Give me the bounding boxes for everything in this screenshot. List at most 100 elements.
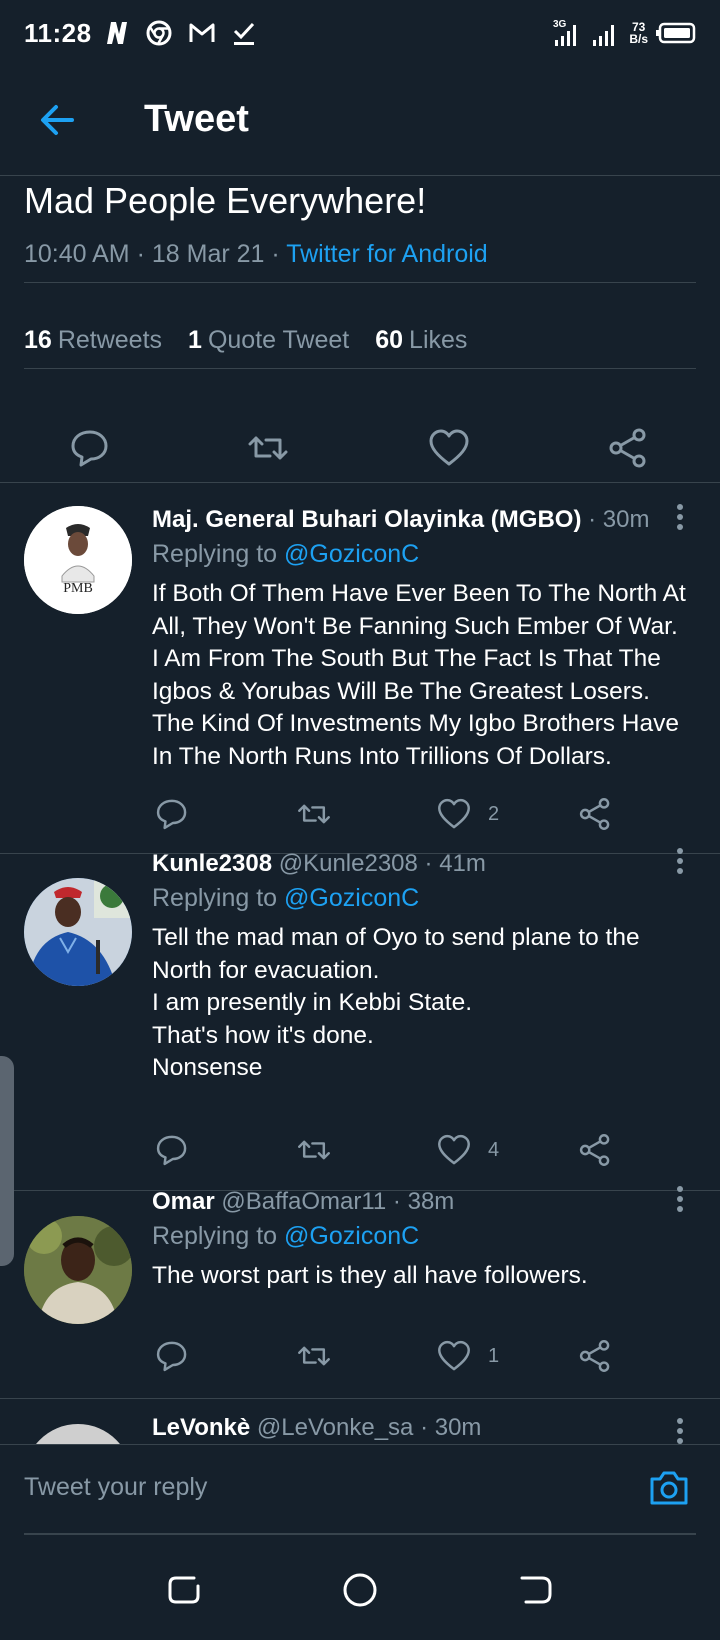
network-speed: 73 B/s bbox=[629, 21, 648, 45]
tweet-text: Mad People Everywhere! bbox=[24, 180, 427, 221]
retweet-icon[interactable] bbox=[296, 1132, 332, 1168]
likes-stat[interactable]: 60 Likes bbox=[375, 326, 467, 355]
user-handle[interactable]: @Kunle2308 bbox=[279, 850, 418, 877]
avatar-image bbox=[24, 878, 132, 986]
share-icon[interactable] bbox=[606, 426, 650, 470]
reply-actions: 2 bbox=[0, 796, 720, 836]
reply-time: 38m bbox=[407, 1188, 455, 1215]
likes-count: 60 bbox=[375, 326, 404, 354]
likes-label: Likes bbox=[409, 326, 468, 354]
avatar[interactable] bbox=[24, 1216, 132, 1324]
reply-actions: 1 bbox=[0, 1338, 720, 1378]
quote-tweets-count: 1 bbox=[188, 326, 202, 354]
like-count: 1 bbox=[488, 1345, 500, 1367]
recent-apps-icon[interactable] bbox=[164, 1570, 204, 1610]
avatar[interactable] bbox=[24, 1424, 132, 1444]
reply-header: Omar @BaffaOmar11 · 38m bbox=[152, 1188, 454, 1216]
meta-separator: · bbox=[581, 506, 603, 533]
reply-header: Kunle2308 @Kunle2308 · 41m bbox=[152, 850, 486, 878]
reply-divider bbox=[0, 1398, 720, 1399]
user-handle[interactable]: @LeVonke_sa bbox=[257, 1418, 413, 1441]
reply-time: 30m bbox=[434, 1418, 482, 1441]
section-divider bbox=[0, 482, 720, 483]
page-title: Tweet bbox=[144, 98, 249, 140]
back-icon[interactable] bbox=[516, 1570, 556, 1610]
reply-icon[interactable] bbox=[68, 426, 112, 470]
display-name[interactable]: Maj. General Buhari Olayinka (MGBO) bbox=[152, 506, 581, 533]
status-bar: 11:28 3G 73 B/s bbox=[0, 0, 720, 66]
reply-header: LeVonkè @LeVonke_sa · 30m bbox=[152, 1418, 481, 1442]
quote-tweets-label: Quote Tweet bbox=[207, 326, 350, 354]
more-options-icon[interactable] bbox=[668, 1418, 692, 1444]
display-name[interactable]: Kunle2308 bbox=[152, 850, 272, 877]
avatar-image bbox=[24, 1216, 132, 1324]
like-icon[interactable] bbox=[436, 1132, 472, 1168]
system-nav-bar bbox=[0, 1536, 720, 1640]
quote-tweets-stat[interactable]: 1 Quote Tweet bbox=[188, 326, 349, 355]
replying-to-label: Replying to bbox=[152, 540, 278, 568]
gmail-icon bbox=[189, 23, 215, 42]
reply-text: The worst part is they all have follower… bbox=[152, 1262, 588, 1289]
reply-icon[interactable] bbox=[154, 796, 190, 832]
reply-input-underline bbox=[24, 1533, 696, 1535]
reply-icon[interactable] bbox=[154, 1338, 190, 1374]
reply-time: 41m bbox=[439, 850, 486, 877]
svg-text:PMB: PMB bbox=[63, 581, 93, 596]
replying-to-handle[interactable]: @GoziconC bbox=[284, 884, 419, 912]
retweet-icon[interactable] bbox=[246, 426, 290, 470]
reply-time: 30m bbox=[602, 506, 650, 533]
replying-to-handle[interactable]: @GoziconC bbox=[284, 540, 419, 568]
replying-to-label: Replying to bbox=[152, 1222, 278, 1250]
tweet-actions bbox=[0, 404, 720, 494]
user-handle[interactable]: @BaffaOmar11 bbox=[221, 1188, 386, 1215]
status-time: 11:28 bbox=[24, 17, 92, 48]
meta-separator: · bbox=[413, 1418, 435, 1441]
replying-to: Replying to @GoziconC bbox=[152, 884, 419, 913]
replying-to-handle[interactable]: @GoziconC bbox=[284, 1222, 419, 1250]
home-icon[interactable] bbox=[340, 1570, 380, 1610]
reply-tweet[interactable]: LeVonkè @LeVonke_sa · 30m bbox=[0, 1418, 720, 1444]
network-type: 3G bbox=[553, 19, 567, 30]
like-icon[interactable] bbox=[427, 426, 471, 470]
like-count: 2 bbox=[488, 803, 500, 825]
like-icon[interactable] bbox=[436, 1338, 472, 1374]
avatar[interactable] bbox=[24, 878, 132, 986]
share-icon[interactable] bbox=[577, 1132, 613, 1168]
edge-panel-handle[interactable] bbox=[0, 1056, 14, 1266]
like-icon[interactable] bbox=[436, 796, 472, 832]
reply-header: Maj. General Buhari Olayinka (MGBO) · 30… bbox=[152, 506, 649, 534]
more-options-icon[interactable] bbox=[668, 1184, 692, 1214]
signal-3g-icon: 3G bbox=[553, 19, 577, 46]
camera-icon[interactable] bbox=[646, 1465, 692, 1511]
retweets-label: Retweets bbox=[57, 326, 163, 354]
display-name[interactable]: Omar bbox=[152, 1188, 215, 1215]
reply-composer: Tweet your reply bbox=[0, 1444, 720, 1536]
back-arrow-icon[interactable] bbox=[36, 98, 80, 142]
avatar-image: PMB bbox=[24, 506, 132, 614]
like-count: 4 bbox=[488, 1139, 500, 1161]
divider bbox=[24, 282, 696, 283]
retweets-stat[interactable]: 16 Retweets bbox=[24, 326, 162, 355]
retweet-icon[interactable] bbox=[296, 1338, 332, 1374]
system-icons: 3G 73 B/s bbox=[553, 18, 696, 48]
tweet-date: 18 Mar 21 bbox=[151, 240, 265, 268]
chrome-icon bbox=[146, 20, 172, 46]
avatar[interactable]: PMB bbox=[24, 506, 132, 614]
display-name[interactable]: LeVonkè bbox=[152, 1418, 250, 1441]
more-options-icon[interactable] bbox=[668, 846, 692, 876]
meta-separator: · bbox=[386, 1188, 408, 1215]
share-icon[interactable] bbox=[577, 796, 613, 832]
share-icon[interactable] bbox=[577, 1338, 613, 1374]
replying-to: Replying to @GoziconC bbox=[152, 540, 419, 569]
tweet-source-link[interactable]: Twitter for Android bbox=[286, 240, 487, 268]
more-options-icon[interactable] bbox=[668, 502, 692, 532]
reply-input[interactable]: Tweet your reply bbox=[24, 1473, 207, 1502]
battery-icon bbox=[656, 22, 696, 44]
reply-icon[interactable] bbox=[154, 1132, 190, 1168]
reply-text: Tell the mad man of Oyo to send plane to… bbox=[152, 924, 640, 1081]
netflix-n-icon bbox=[106, 22, 127, 44]
retweet-icon[interactable] bbox=[296, 796, 332, 832]
replying-to-label: Replying to bbox=[152, 884, 278, 912]
replying-to: Replying to @GoziconC bbox=[152, 1222, 419, 1251]
tweet-meta: 10:40 AM · 18 Mar 21 · Twitter for Andro… bbox=[24, 240, 488, 269]
